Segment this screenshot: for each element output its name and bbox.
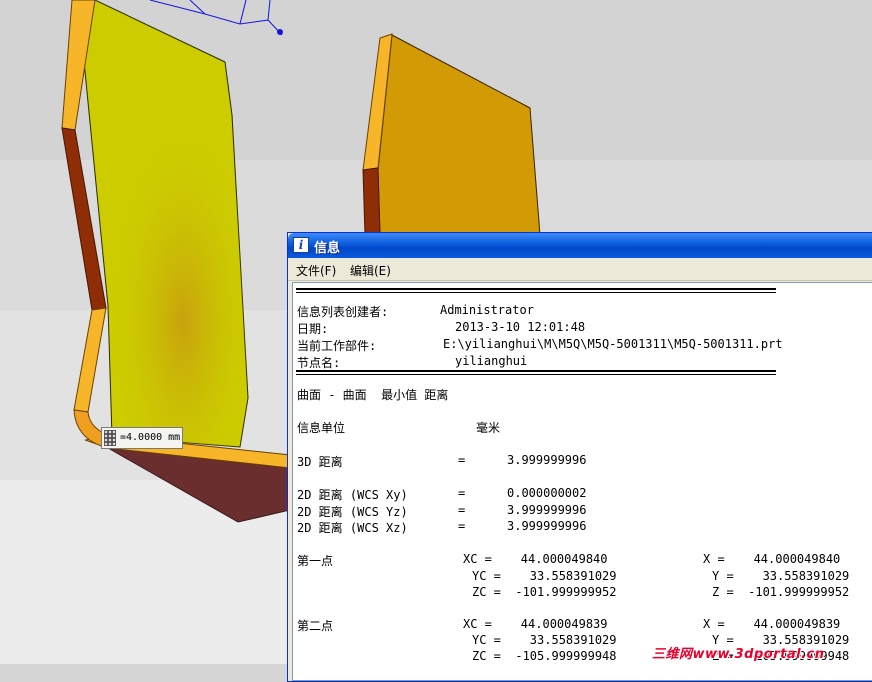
creator-value: Administrator — [440, 303, 534, 317]
dimension-value: =4.0000 mm — [120, 432, 181, 443]
wcs-triad — [149, 0, 283, 36]
window-title: 信息 — [314, 241, 341, 256]
equals-sign: = — [458, 453, 466, 467]
information-window[interactable]: i 信息 文件(F) 编辑(E) 信息列表创建者: Administrator … — [287, 232, 872, 682]
equals-sign: = — [458, 519, 466, 533]
point1-zc: ZC = -101.999999952 — [472, 585, 617, 599]
dist2d-xz-value: 3.999999996 — [507, 519, 587, 533]
creator-label: 信息列表创建者: — [297, 305, 389, 319]
dist2d-yz-value: 3.999999996 — [507, 503, 587, 517]
window-titlebar[interactable]: i 信息 — [288, 233, 872, 258]
workpart-value: E:\yilianghui\M\M5Q\M5Q-5001311\M5Q-5001… — [443, 337, 783, 351]
dist2d-xy-label: 2D 距离 (WCS Xy) — [297, 488, 408, 502]
node-label: 节点名: — [297, 356, 341, 370]
info-text-area[interactable]: 信息列表创建者: Administrator 日期: 2013-3-10 12:… — [292, 282, 872, 681]
right-panel-face — [377, 34, 541, 236]
point1-label: 第一点 — [297, 554, 334, 568]
menu-bar: 文件(F) 编辑(E) — [288, 258, 872, 281]
dist2d-yz-label: 2D 距离 (WCS Yz) — [297, 505, 408, 519]
point2-zc: ZC = -105.999999948 — [472, 649, 617, 663]
point1-x: X = 44.000049840 — [703, 552, 841, 566]
dist2d-xz-label: 2D 距离 (WCS Xz) — [297, 521, 408, 535]
menu-edit[interactable]: 编辑(E) — [350, 262, 391, 279]
info-icon: i — [293, 237, 309, 253]
equals-sign: = — [458, 486, 466, 500]
workpart-label: 当前工作部件: — [297, 339, 377, 353]
point1-xc: XC = 44.000049840 — [463, 552, 608, 566]
site-watermark: 三维网www.3dportal.cn — [652, 647, 825, 662]
point2-xc: XC = 44.000049839 — [463, 617, 608, 631]
point1-y: Y = 33.558391029 — [712, 569, 850, 583]
units-label: 信息单位 — [297, 421, 346, 435]
dimension-label[interactable]: =4.0000 mm — [101, 427, 183, 449]
point2-x: X = 44.000049839 — [703, 617, 841, 631]
equals-sign: = — [458, 503, 466, 517]
point1-z: Z = -101.999999952 — [712, 585, 850, 599]
dist2d-xy-value: 0.000000002 — [507, 486, 587, 500]
point2-label: 第二点 — [297, 619, 334, 633]
measure-title: 曲面 - 曲面 最小值 距离 — [297, 388, 449, 402]
point2-yc: YC = 33.558391029 — [472, 633, 617, 647]
separator-line — [296, 370, 776, 375]
drag-handle-icon[interactable] — [104, 430, 116, 446]
dist3d-value: 3.999999996 — [507, 453, 587, 467]
left-panel-lower-edge — [73, 307, 107, 413]
right-panel-side-edge — [362, 167, 381, 236]
units-value: 毫米 — [476, 421, 501, 435]
node-value: yilianghui — [455, 354, 528, 368]
dist3d-label: 3D 距离 — [297, 455, 343, 469]
point1-yc: YC = 33.558391029 — [472, 569, 617, 583]
menu-file[interactable]: 文件(F) — [296, 262, 336, 279]
date-label: 日期: — [297, 322, 329, 336]
date-value: 2013-3-10 12:01:48 — [455, 320, 586, 334]
separator-line — [296, 288, 776, 293]
